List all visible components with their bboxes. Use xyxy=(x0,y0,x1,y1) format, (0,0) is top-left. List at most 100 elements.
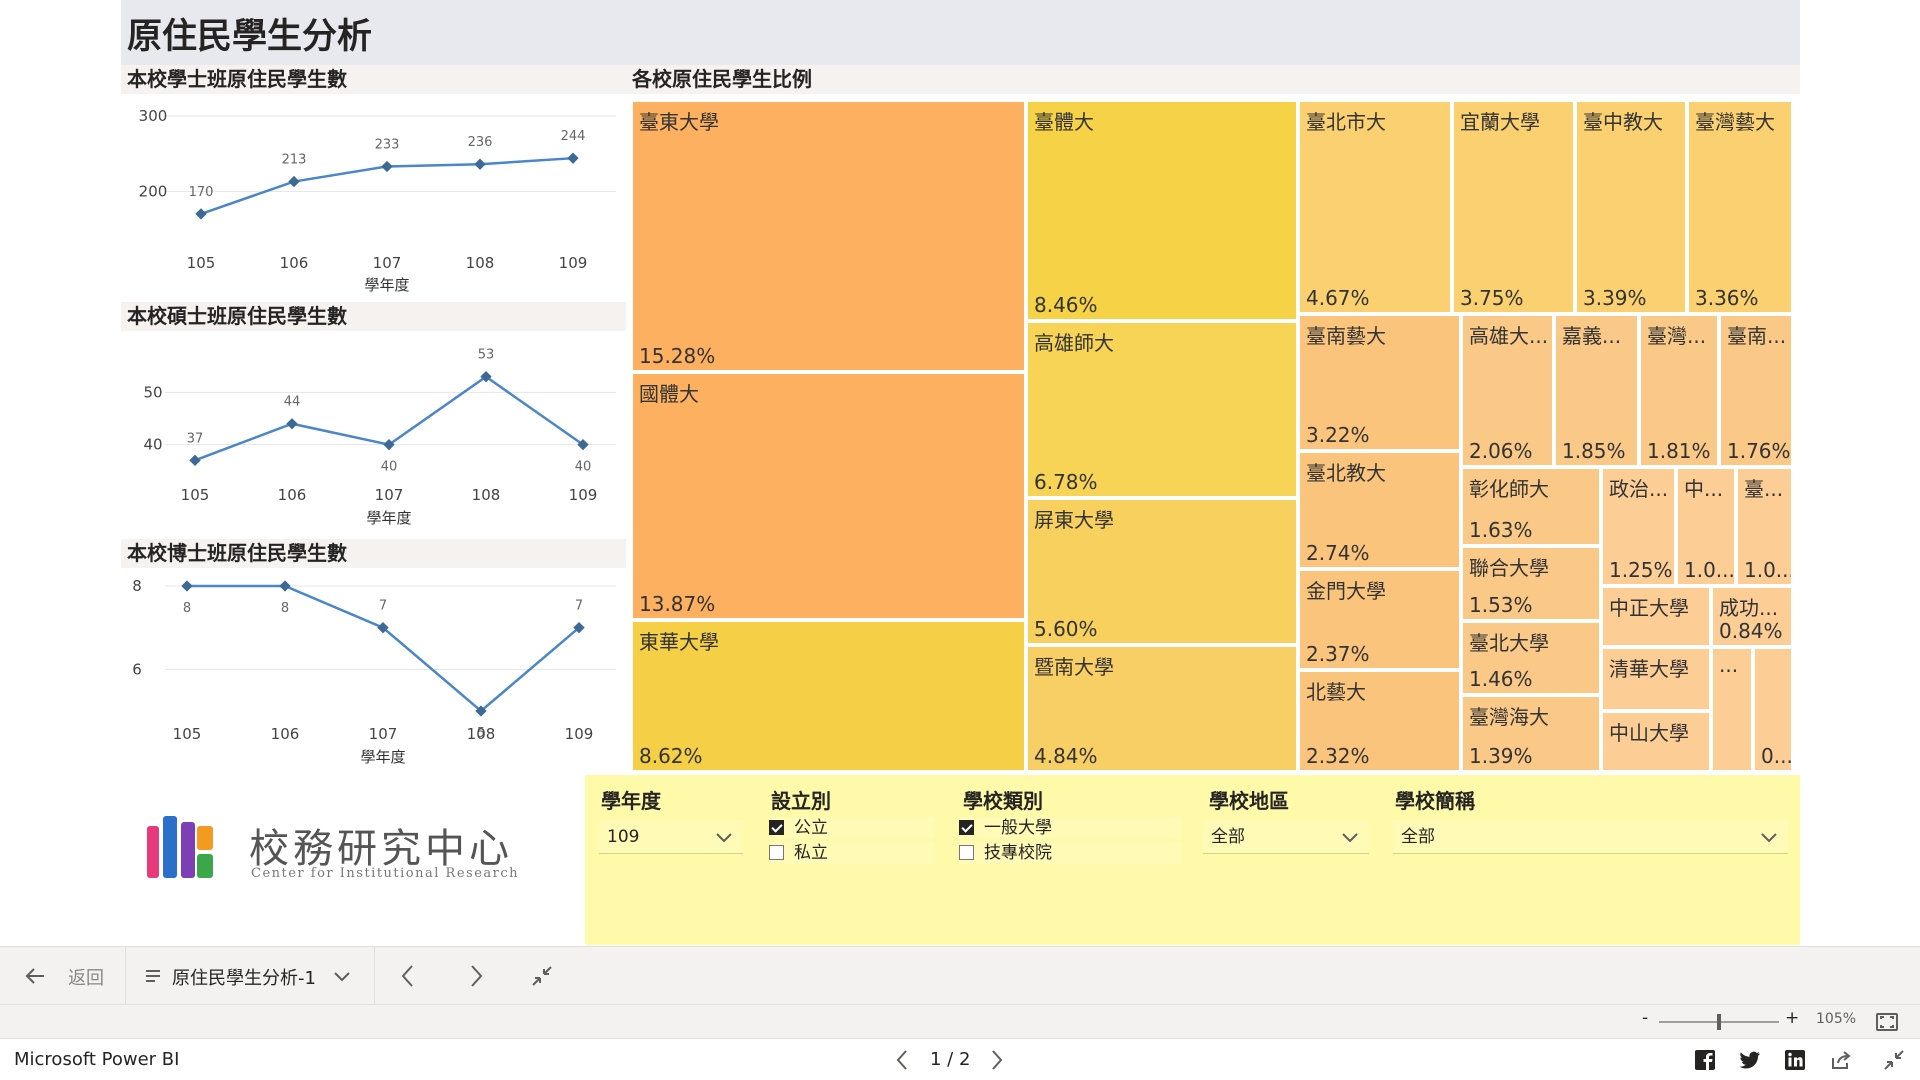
checkbox-checked[interactable] xyxy=(959,820,974,835)
checkbox-checked[interactable] xyxy=(769,820,784,835)
year-dropdown[interactable]: 109 xyxy=(599,820,743,854)
treemap-cell[interactable]: 臺體大 8.46% xyxy=(1026,100,1298,321)
page-selector-dropdown[interactable]: 原住民學生分析-1 xyxy=(144,963,356,989)
treemap-cell-percent: 2.32% xyxy=(1306,744,1370,768)
type-option-private-label: 私立 xyxy=(794,843,828,863)
type-option-private[interactable]: 私立 xyxy=(769,842,935,864)
data-label: 244 xyxy=(561,129,586,144)
treemap-cell-percent: 2.37% xyxy=(1306,642,1370,666)
treemap-cell[interactable]: 嘉義... 1.85% xyxy=(1554,314,1639,467)
treemap-cell[interactable]: 國體大 13.87% xyxy=(631,372,1026,620)
type-option-public[interactable]: 公立 xyxy=(769,817,935,839)
logo-subtitle: Center for Institutional Research xyxy=(251,866,520,881)
twitter-icon[interactable] xyxy=(1739,1049,1761,1071)
treemap-cell[interactable]: 清華大學 xyxy=(1601,647,1711,711)
treemap-cell-name: 中... xyxy=(1684,477,1724,501)
treemap-cell-name: 高雄師大 xyxy=(1034,331,1114,355)
category-option-technical-label: 技專校院 xyxy=(984,843,1052,863)
treemap-cell-percent: 1.46% xyxy=(1469,667,1533,691)
treemap-cell[interactable]: 臺北大學 1.46% xyxy=(1461,621,1601,695)
treemap-cell[interactable]: 高雄大... 2.06% xyxy=(1461,314,1554,467)
region-dropdown-value: 全部 xyxy=(1211,827,1245,847)
linkedin-icon[interactable] xyxy=(1784,1049,1806,1071)
data-label: 233 xyxy=(375,137,400,152)
slicer-school-title: 學校簡稱 xyxy=(1395,789,1475,813)
previous-page-icon[interactable] xyxy=(397,963,419,989)
treemap-cell[interactable]: 臺北市大 4.67% xyxy=(1298,100,1452,314)
treemap-cell[interactable]: 臺灣藝大 3.36% xyxy=(1687,100,1793,314)
doctoral-line-chart[interactable]: 68810581067107 51087109學年度 xyxy=(121,568,626,774)
treemap-cell[interactable]: 宜蘭大學 3.75% xyxy=(1452,100,1575,314)
next-page-icon[interactable] xyxy=(988,1048,1006,1072)
zoom-in-button[interactable]: + xyxy=(1785,1008,1799,1028)
slicer-category-title: 學校類別 xyxy=(963,789,1043,813)
logo: 校務研究中心 Center for Institutional Research xyxy=(145,808,525,888)
treemap-cell-percent: 3.36% xyxy=(1695,286,1759,310)
treemap-cell[interactable]: 臺灣... 1.81% xyxy=(1639,314,1719,467)
back-button[interactable]: 返回 xyxy=(24,963,114,989)
back-arrow-icon xyxy=(25,968,44,984)
share-icon[interactable] xyxy=(1829,1049,1853,1071)
x-tick-label: 108 xyxy=(472,486,501,504)
treemap-cell[interactable]: 0.... xyxy=(1753,647,1793,772)
facebook-icon[interactable] xyxy=(1694,1049,1716,1071)
treemap-cell-name: 彰化師大 xyxy=(1469,477,1549,501)
treemap-cell[interactable]: 臺南... 1.76% xyxy=(1719,314,1793,467)
treemap-cell[interactable]: 臺中教大 3.39% xyxy=(1575,100,1687,314)
treemap-cell-percent: 6.78% xyxy=(1034,470,1098,494)
checkbox-unchecked[interactable] xyxy=(959,845,974,860)
treemap-cell[interactable]: 暨南大學 4.84% xyxy=(1026,645,1298,772)
data-label: 40 xyxy=(575,460,592,475)
x-tick-label: 107 xyxy=(369,725,398,743)
logo-mark-icon xyxy=(147,816,213,878)
treemap-cell[interactable]: 中山大學 xyxy=(1601,711,1711,772)
treemap-cell[interactable]: 中... 1.0... xyxy=(1676,467,1736,586)
chevron-down-icon xyxy=(334,972,350,982)
zoom-slider-thumb[interactable] xyxy=(1717,1014,1721,1030)
treemap-cell[interactable]: 東華大學 8.62% xyxy=(631,620,1026,772)
slicer-region-title: 學校地區 xyxy=(1209,789,1289,813)
treemap-cell[interactable]: 臺東大學 15.28% xyxy=(631,100,1026,372)
treemap-cell[interactable]: 臺北教大 2.74% xyxy=(1298,451,1461,569)
treemap-cell-percent: 1.53% xyxy=(1469,593,1533,617)
treemap-cell[interactable]: 高雄師大 6.78% xyxy=(1026,321,1298,498)
treemap-cell[interactable]: 聯合大學 1.53% xyxy=(1461,546,1601,621)
exit-fullscreen-icon[interactable] xyxy=(1883,1049,1905,1071)
exit-focus-icon[interactable] xyxy=(530,964,554,988)
bachelor-line-chart[interactable]: 200 300 170 105 213 106 233 107 236 108 244 109 學年度 xyxy=(121,94,626,300)
school-ratio-treemap[interactable]: 臺東大學 15.28% 國體大 13.87% 東華大學 8.62% 臺體大 8.46% 高雄師大… xyxy=(631,100,1793,772)
master-line-chart[interactable]: 40 50 37 105 44 106 40 107 53 108 40 109 學年度 xyxy=(121,331,626,537)
checkbox-unchecked[interactable] xyxy=(769,845,784,860)
region-dropdown[interactable]: 全部 xyxy=(1203,820,1369,854)
treemap-cell-percent: 3.22% xyxy=(1306,423,1370,447)
treemap-cell[interactable]: 臺灣海大 1.39% xyxy=(1461,695,1601,772)
x-tick-label: 109 xyxy=(569,486,598,504)
report-canvas: 原住民學生分析 本校學士班原住民學生數 200 300 170 105 213 106 23… xyxy=(0,0,1920,946)
school-dropdown[interactable]: 全部 xyxy=(1393,820,1788,854)
treemap-cell-name: ... xyxy=(1719,653,1739,677)
fit-to-page-icon[interactable] xyxy=(1876,1013,1898,1031)
treemap-cell[interactable]: 臺南藝大 3.22% xyxy=(1298,314,1461,451)
treemap-cell[interactable]: 臺... 1.0... xyxy=(1736,467,1793,586)
treemap-cell[interactable]: 彰化師大 1.63% xyxy=(1461,467,1601,546)
treemap-cell-percent: 1.76% xyxy=(1727,439,1791,463)
treemap-cell[interactable]: 金門大學 2.37% xyxy=(1298,569,1461,670)
x-axis-title: 學年度 xyxy=(364,276,409,294)
next-page-icon[interactable] xyxy=(465,963,487,989)
divider xyxy=(374,947,375,1004)
treemap-cell[interactable]: 屏東大學 5.60% xyxy=(1026,498,1298,645)
treemap-cell-name: 臺體大 xyxy=(1034,110,1094,134)
treemap-cell[interactable]: 政治... 1.25% xyxy=(1601,467,1676,586)
treemap-cell[interactable]: ... xyxy=(1711,647,1753,772)
treemap-cell[interactable]: 中正大學 xyxy=(1601,586,1711,647)
category-option-general[interactable]: 一般大學 xyxy=(959,817,1181,839)
category-option-technical[interactable]: 技專校院 xyxy=(959,842,1181,864)
treemap-cell[interactable]: 北藝大 2.32% xyxy=(1298,670,1461,772)
zoom-out-button[interactable]: - xyxy=(1642,1008,1648,1028)
previous-page-icon[interactable] xyxy=(893,1048,911,1072)
x-tick-label: 108 xyxy=(467,725,496,743)
treemap-cell-percent: 15.28% xyxy=(639,344,716,368)
treemap-cell-percent: 8.62% xyxy=(639,744,703,768)
year-dropdown-value: 109 xyxy=(607,827,640,847)
treemap-cell[interactable]: 成功... 0.84% xyxy=(1711,586,1793,647)
